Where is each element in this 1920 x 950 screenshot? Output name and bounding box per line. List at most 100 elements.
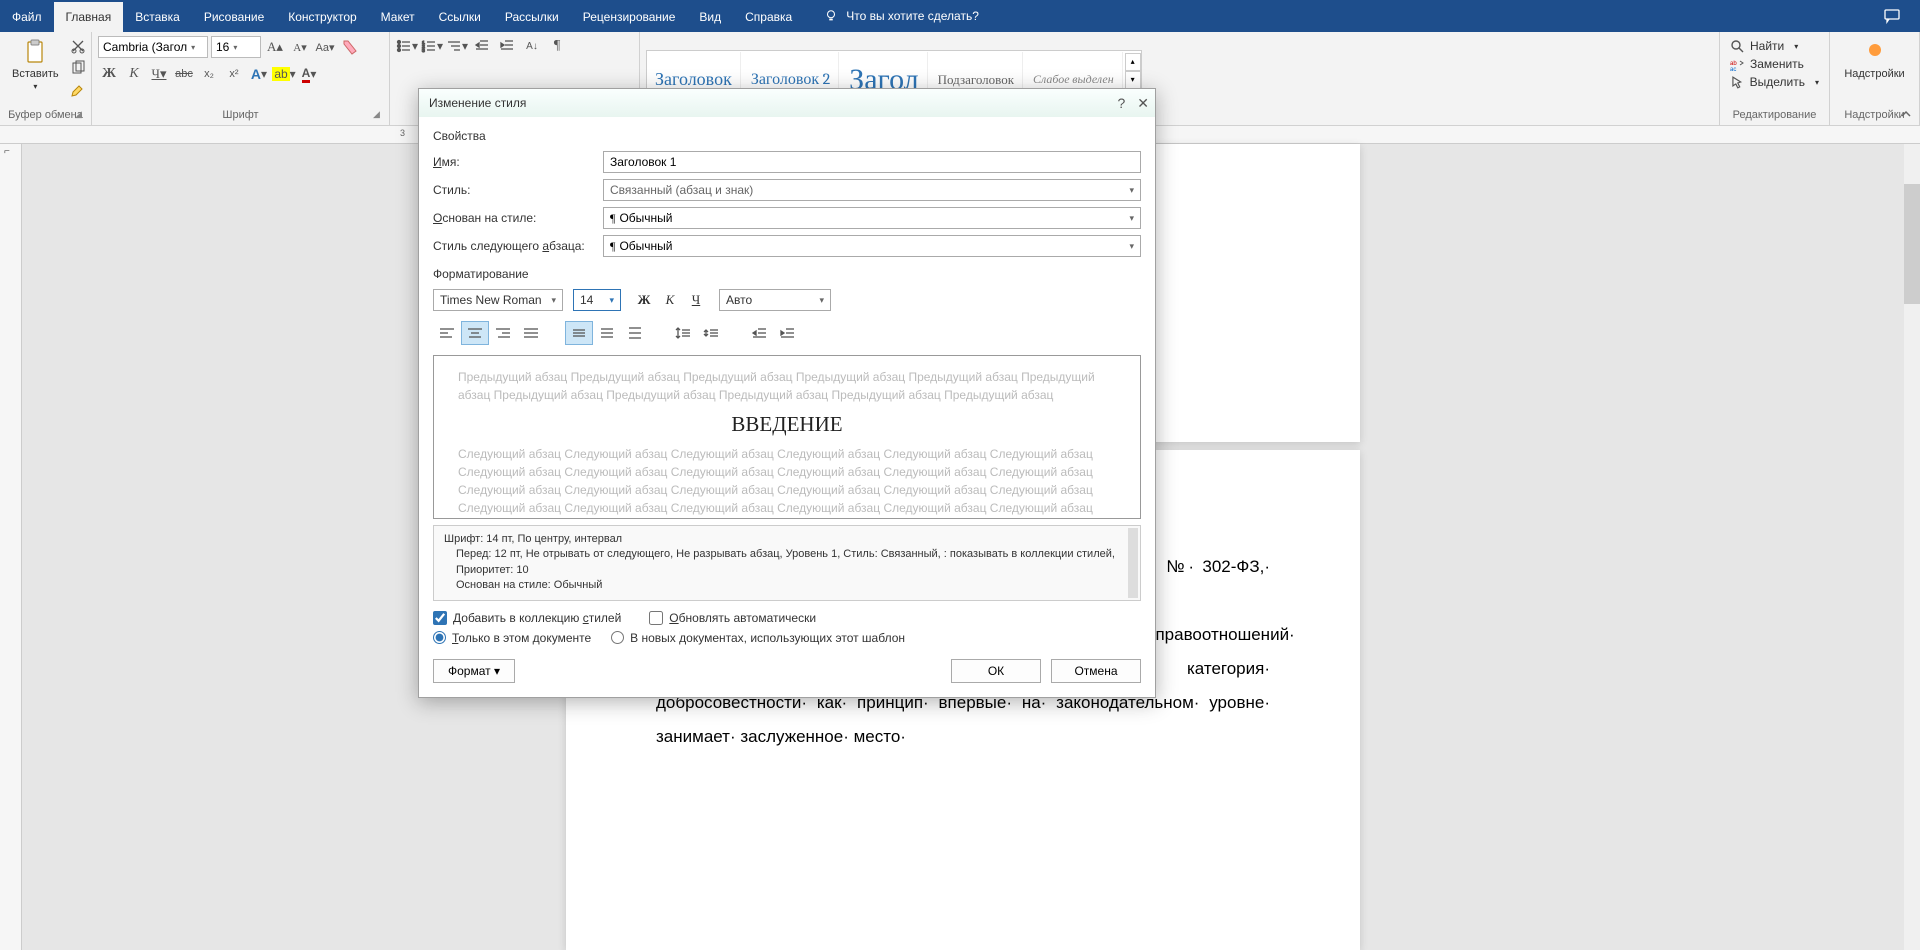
spacing-15-button[interactable]: [593, 321, 621, 345]
tab-file[interactable]: Файл: [0, 2, 54, 32]
text-effects-button[interactable]: A▾: [248, 64, 270, 84]
increase-indent-button[interactable]: [496, 36, 518, 56]
fmt-size-combo[interactable]: 14▾: [573, 289, 621, 311]
next-value: Обычный: [619, 239, 672, 253]
radio-tpl-label: В новых документах, использующих этот ша…: [630, 631, 905, 645]
select-button[interactable]: Выделить▾: [1726, 74, 1823, 90]
indent-left-icon: [750, 326, 768, 340]
align-left-icon: [438, 326, 456, 340]
format-dropdown-button[interactable]: Формат ▾: [433, 659, 515, 683]
dialog-help-button[interactable]: ?: [1117, 95, 1125, 112]
tab-insert[interactable]: Вставка: [123, 2, 192, 32]
font-launcher[interactable]: ◢: [373, 109, 387, 123]
fmt-italic-button[interactable]: К: [657, 289, 683, 311]
next-paragraph-select[interactable]: ¶Обычный▾: [603, 235, 1141, 257]
change-case-button[interactable]: Aa▾: [314, 37, 336, 57]
auto-update-checkbox[interactable]: Обновлять автоматически: [649, 611, 816, 625]
align-right-button[interactable]: [489, 321, 517, 345]
tab-review[interactable]: Рецензирование: [571, 2, 688, 32]
collapse-ribbon-button[interactable]: [1896, 105, 1916, 123]
align-left-button[interactable]: [433, 321, 461, 345]
desc-scrollbar[interactable]: [1128, 528, 1138, 598]
clear-formatting-button[interactable]: [339, 37, 361, 57]
vertical-scrollbar[interactable]: [1904, 144, 1920, 950]
superscript-button[interactable]: x²: [223, 64, 245, 84]
modify-style-dialog: Изменение стиля ? ✕ Свойства Имя: Стиль:…: [418, 88, 1156, 698]
clipboard-launcher[interactable]: ◢: [75, 109, 89, 123]
cancel-button[interactable]: Отмена: [1051, 659, 1141, 683]
fmt-underline-button[interactable]: Ч: [683, 289, 709, 311]
fmt-color-combo[interactable]: Авто▾: [719, 289, 831, 311]
spacing-2-button[interactable]: [621, 321, 649, 345]
align-center-button[interactable]: [461, 321, 489, 345]
replace-button[interactable]: abac Заменить: [1726, 56, 1823, 72]
tab-references[interactable]: Ссылки: [427, 2, 493, 32]
lightbulb-icon: [824, 9, 838, 23]
strikethrough-button[interactable]: abc: [173, 64, 195, 84]
find-button[interactable]: Найти▾: [1726, 38, 1823, 54]
addins-button[interactable]: Надстройки: [1836, 36, 1913, 82]
align-center-icon: [466, 326, 484, 340]
space-before-inc-button[interactable]: [669, 321, 697, 345]
cut-button[interactable]: [67, 36, 89, 56]
dialog-titlebar[interactable]: Изменение стиля ? ✕: [419, 89, 1155, 117]
dialog-close-button[interactable]: ✕: [1137, 95, 1149, 112]
italic-button[interactable]: К: [123, 64, 145, 84]
highlight-button[interactable]: ab▾: [273, 64, 295, 84]
dialog-title-text: Изменение стиля: [429, 96, 526, 110]
only-this-doc-radio[interactable]: Только в этом документе: [433, 631, 591, 645]
tab-view[interactable]: Вид: [687, 2, 733, 32]
svg-text:3: 3: [422, 48, 425, 54]
add-to-gallery-checkbox[interactable]: Добавить в коллекцию стилей: [433, 611, 621, 625]
style-name-input[interactable]: [603, 151, 1141, 173]
preview-prev-text: Предыдущий абзац Предыдущий абзац Предыд…: [458, 368, 1116, 404]
tab-design[interactable]: Конструктор: [276, 2, 368, 32]
font-size-combo[interactable]: 16▾: [211, 36, 261, 58]
grow-font-button[interactable]: A▴: [264, 37, 286, 57]
tab-draw[interactable]: Рисование: [192, 2, 276, 32]
preview-next-text: Следующий абзац Следующий абзац Следующи…: [458, 445, 1116, 517]
spacing-1-button[interactable]: [565, 321, 593, 345]
space-before-icon: [674, 326, 692, 340]
indent-inc-button[interactable]: [773, 321, 801, 345]
subscript-button[interactable]: x₂: [198, 64, 220, 84]
format-painter-button[interactable]: [67, 80, 89, 100]
scissors-icon: [70, 38, 86, 54]
ok-button[interactable]: ОК: [951, 659, 1041, 683]
group-editing-label: Редактирование: [1726, 109, 1823, 123]
bold-button[interactable]: Ж: [98, 64, 120, 84]
addins-label: Надстройки: [1844, 68, 1904, 80]
fmt-bold-button[interactable]: Ж: [631, 289, 657, 311]
tab-home[interactable]: Главная: [54, 2, 124, 32]
multilevel-button[interactable]: ▾: [446, 36, 468, 56]
decrease-indent-button[interactable]: [471, 36, 493, 56]
shrink-font-button[interactable]: A▾: [289, 37, 311, 57]
copy-icon: [70, 60, 86, 76]
based-on-select[interactable]: ¶Обычный▾: [603, 207, 1141, 229]
tell-me-search[interactable]: Что вы хотите сделать?: [824, 9, 979, 23]
bullets-button[interactable]: ▾: [396, 36, 418, 56]
numbering-button[interactable]: 123▾: [421, 36, 443, 56]
show-marks-button[interactable]: ¶: [546, 36, 568, 56]
font-color-button[interactable]: A▾: [298, 64, 320, 84]
comments-icon[interactable]: [1872, 0, 1912, 32]
space-before-dec-button[interactable]: [697, 321, 725, 345]
align-justify-button[interactable]: [517, 321, 545, 345]
tab-help[interactable]: Справка: [733, 2, 804, 32]
font-name-combo[interactable]: Cambria (Загол▾: [98, 36, 208, 58]
sort-button[interactable]: А↓: [521, 36, 543, 56]
copy-button[interactable]: [67, 58, 89, 78]
indent-dec-button[interactable]: [745, 321, 773, 345]
tab-layout[interactable]: Макет: [369, 2, 427, 32]
underline-button[interactable]: Ч▾: [148, 64, 170, 84]
new-docs-radio[interactable]: В новых документах, использующих этот ша…: [611, 631, 905, 645]
replace-icon: abac: [1730, 57, 1744, 71]
style-description: Шрифт: 14 пт, По центру, интервал Перед:…: [433, 525, 1141, 601]
scroll-thumb[interactable]: [1904, 184, 1920, 304]
group-clipboard: Вставить ▾ Буфер обмена ◢: [0, 32, 92, 125]
tab-mailings[interactable]: Рассылки: [493, 2, 571, 32]
fmt-font-combo[interactable]: Times New Roman▾: [433, 289, 563, 311]
spacing-wide-icon: [626, 326, 644, 340]
vertical-ruler[interactable]: ⌐: [0, 144, 22, 950]
paste-button[interactable]: Вставить ▾: [6, 36, 65, 109]
